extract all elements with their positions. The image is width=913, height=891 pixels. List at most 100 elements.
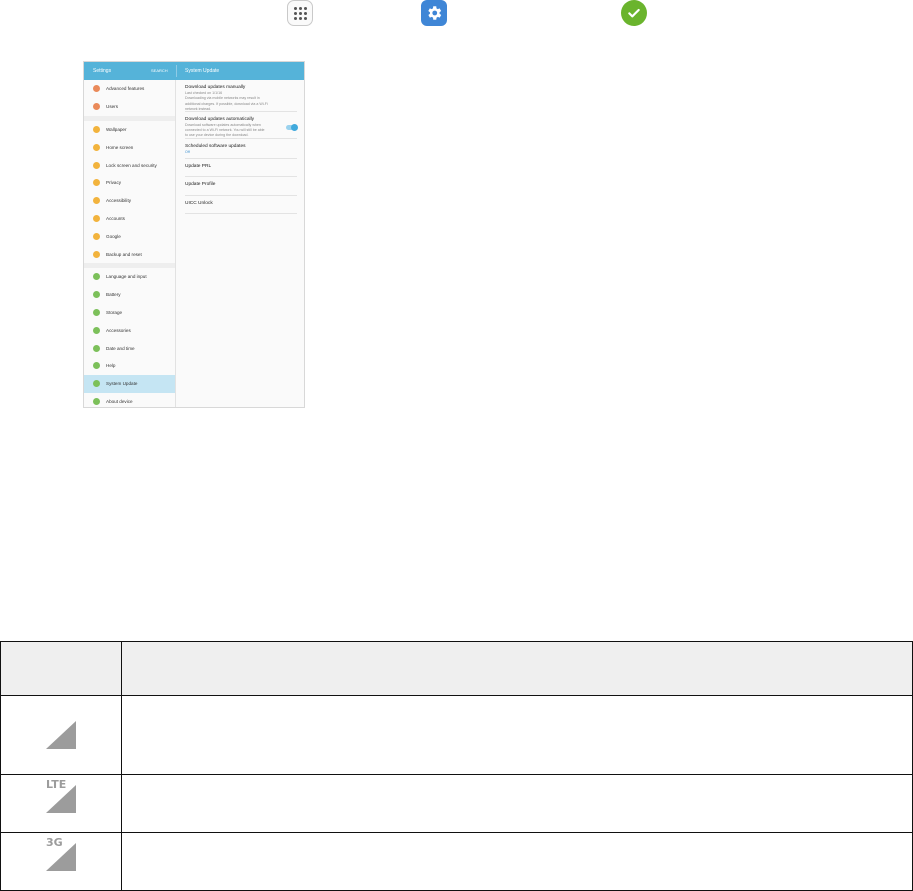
menu-item-icon (93, 250, 100, 258)
system-update-options: Download updates manually Last checked on… (176, 80, 304, 407)
menu-item-label: About device (106, 398, 133, 404)
menu-item-advanced-features[interactable]: Advanced features (84, 80, 175, 98)
menu-item-label: Backup and reset (106, 251, 142, 257)
settings-menu: Advanced features Users Wallpaper Home scre… (84, 80, 176, 407)
menu-item-label: Date and time (106, 345, 135, 351)
menu-item-icon (93, 308, 100, 316)
menu-item-home-screen[interactable]: Home screen (84, 138, 175, 156)
menu-item-privacy[interactable]: Privacy (84, 174, 175, 192)
menu-item-icon (93, 326, 100, 334)
settings-screenshot: Settings SEARCH System Update Advanced f… (83, 61, 305, 408)
table-row: LTE (0, 774, 913, 833)
menu-item-backup-and-reset[interactable]: Backup and reset (84, 245, 175, 263)
menu-item-icon (93, 143, 100, 151)
menu-item-label: Battery (106, 292, 121, 298)
option-download-updates-manually[interactable]: Download updates manually Last checked on… (176, 80, 304, 111)
menu-item-icon (93, 85, 100, 93)
option-scheduled-software-updates[interactable]: Scheduled software updates Off (176, 139, 304, 158)
menu-item-label: Advanced features (106, 86, 145, 92)
signal-cell: LTE (0, 774, 122, 833)
option-summary: additional charges. If possible, downloa… (185, 101, 268, 106)
option-update-prl[interactable]: Update PRL (176, 159, 304, 177)
option-summary: Download software updates automatically … (185, 122, 261, 127)
menu-item-label: Users (106, 104, 118, 110)
option-title: Update Profile (185, 182, 216, 188)
app-bar-title: Settings (93, 68, 112, 74)
option-summary: to use your device during the download. (185, 133, 249, 138)
signal-cell: 3G (0, 832, 122, 891)
menu-item-icon (93, 161, 100, 169)
menu-item-help[interactable]: Help (84, 357, 175, 375)
table-row (0, 695, 913, 775)
menu-item-icon (93, 197, 100, 205)
app-bar-divider (176, 65, 177, 77)
option-title: Update PRL (185, 163, 212, 169)
option-uicc-unlock[interactable]: UICC Unlock (176, 196, 304, 214)
section-title: System Update (185, 68, 220, 74)
3g-label: 3G (46, 836, 63, 849)
signal-cell (0, 695, 122, 775)
apps-icon (287, 0, 313, 26)
lte-label: LTE (46, 778, 67, 791)
menu-item-accounts[interactable]: Accounts (84, 210, 175, 228)
menu-item-accessories[interactable]: Accessories (84, 321, 175, 339)
menu-item-wallpaper[interactable]: Wallpaper (84, 121, 175, 139)
menu-item-icon (93, 232, 100, 240)
table-cell (121, 832, 913, 891)
menu-item-label: Accounts (106, 215, 125, 221)
menu-item-label: Storage (106, 309, 123, 315)
menu-item-label: Google (106, 233, 121, 239)
menu-item-label: Help (106, 363, 116, 369)
settings-gear-icon (421, 0, 447, 26)
option-update-profile[interactable]: Update Profile (176, 177, 304, 195)
menu-item-label: Accessibility (106, 198, 132, 204)
menu-item-icon (93, 103, 100, 111)
option-download-updates-automatically[interactable]: Download updates automatically Download s… (176, 112, 304, 138)
option-title: Download updates automatically (185, 116, 255, 122)
menu-item-icon (93, 214, 100, 222)
search-button[interactable]: SEARCH (151, 68, 168, 73)
menu-item-language-and-input[interactable]: Language and input (84, 268, 175, 286)
menu-item-icon (93, 291, 100, 299)
table-cell (121, 695, 913, 775)
table-cell (121, 774, 913, 833)
menu-item-accessibility[interactable]: Accessibility (84, 192, 175, 210)
option-summary: connected to a Wi-Fi network. You will s… (185, 128, 265, 132)
option-divider (185, 213, 297, 215)
menu-item-icon (93, 397, 100, 405)
auto-update-toggle[interactable] (286, 123, 298, 131)
menu-item-icon (93, 380, 100, 388)
menu-item-system-update[interactable]: System Update (84, 374, 175, 393)
menu-item-label: Privacy (106, 180, 122, 186)
menu-item-label: Language and input (106, 274, 147, 280)
status-icon-table: LTE 3G (0, 641, 913, 891)
option-summary: Off (185, 149, 190, 154)
menu-item-label: Accessories (106, 327, 131, 333)
menu-item-google[interactable]: Google (84, 227, 175, 245)
option-summary: Last checked on 1/1/16 (185, 91, 223, 95)
table-header-cell (121, 641, 913, 696)
menu-item-date-and-time[interactable]: Date and time (84, 339, 175, 357)
menu-item-battery[interactable]: Battery (84, 286, 175, 304)
menu-item-label: Lock screen and security (106, 162, 157, 168)
table-header-row (0, 641, 913, 696)
option-title: UICC Unlock (185, 200, 213, 206)
menu-item-label: System Update (106, 381, 138, 387)
menu-item-icon (93, 179, 100, 187)
menu-item-storage[interactable]: Storage (84, 304, 175, 322)
menu-item-icon (93, 125, 100, 133)
check-icon (621, 0, 647, 26)
menu-item-label: Home screen (106, 144, 134, 150)
menu-item-icon (93, 362, 100, 370)
menu-item-users[interactable]: Users (84, 98, 175, 116)
menu-item-about-device[interactable]: About device (84, 393, 175, 407)
signal-icon (46, 721, 76, 749)
table-row: 3G (0, 832, 913, 891)
app-bar: Settings SEARCH System Update (84, 62, 304, 80)
option-summary: Downloading via mobile networks may resu… (185, 96, 260, 101)
option-title: Scheduled software updates (185, 143, 246, 149)
table-header-cell (0, 641, 122, 696)
menu-item-icon (93, 273, 100, 281)
option-title: Download updates manually (185, 85, 246, 90)
menu-item-lock-screen-and-security[interactable]: Lock screen and security (84, 156, 175, 174)
